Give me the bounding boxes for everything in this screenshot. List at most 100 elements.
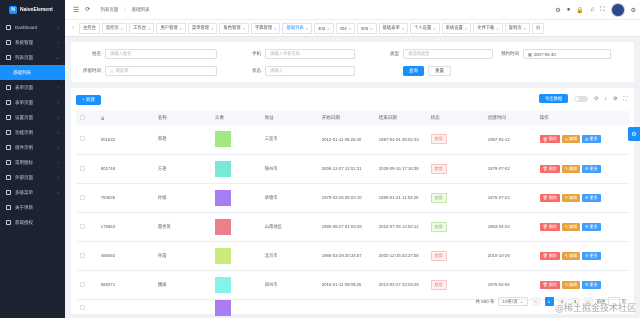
github-icon[interactable]: ●	[567, 7, 571, 13]
reset-button[interactable]: 重置	[428, 66, 451, 76]
more-button[interactable]: ⚙ 更多	[582, 164, 601, 173]
refresh-icon[interactable]: ⟳	[85, 6, 90, 13]
table-row[interactable]: 568271 魏娟 郑州市 2016-01-11 09:08:25 2013-03-27…	[76, 270, 629, 299]
tab[interactable]: 基础表单 ×	[378, 22, 409, 34]
more-button[interactable]: ⚙ 更多	[582, 251, 601, 260]
more-button[interactable]: ⚙ 更多	[582, 193, 601, 202]
tab[interactable]: 工作台 ×	[129, 22, 155, 34]
select-all-cell[interactable]	[76, 111, 97, 125]
avatar[interactable]	[610, 3, 625, 17]
delete-button[interactable]: 🗑 删除	[539, 135, 560, 144]
export-button[interactable]: 导出数据	[539, 94, 569, 103]
row-checkbox[interactable]	[80, 281, 85, 287]
select-all-checkbox[interactable]	[80, 115, 85, 120]
sidebar-item[interactable]: 系统管理 ›	[0, 35, 65, 50]
tab[interactable]: 系统设置 ×	[441, 22, 472, 34]
stay-time-input[interactable]: ◷ 请选择	[105, 66, 217, 76]
sidebar-item[interactable]: 多级菜单 ›	[0, 185, 65, 200]
table-row[interactable]: 175563 雷秀英 山南地区 1985-08-27 01:03:29 2016-07-…	[76, 212, 629, 241]
tab-close-icon[interactable]: ×	[148, 26, 150, 31]
tab[interactable]: 分	[531, 22, 545, 34]
tab[interactable]: 500 ×	[357, 22, 377, 34]
tab-close-icon[interactable]: ×	[465, 26, 467, 31]
delete-button[interactable]: 🗑 删除	[539, 164, 560, 173]
tab-close-icon[interactable]: ×	[433, 26, 435, 31]
status-input[interactable]: 请输入	[265, 66, 355, 76]
more-settings-icon[interactable]: ⚙	[631, 7, 636, 14]
tab[interactable]: 文件下载 ×	[473, 22, 503, 34]
more-button[interactable]: ⚙ 更多	[582, 135, 601, 144]
delete-button[interactable]: 🗑 删除	[539, 193, 560, 202]
tab[interactable]: 菜单管理 ×	[187, 22, 218, 34]
tab-close-icon[interactable]: ×	[524, 26, 526, 31]
sidebar-item[interactable]: 表单页面 ›	[0, 95, 65, 110]
tab[interactable]: 主控台	[79, 22, 100, 34]
sidebar-item[interactable]: 常用图标 ›	[0, 155, 65, 170]
column-settings-icon[interactable]: ⚙	[613, 96, 617, 102]
type-select[interactable]: 请选择类型	[403, 49, 493, 59]
row-checkbox[interactable]	[80, 304, 85, 310]
table-row[interactable]: 784635 孙娟 承德市 1979-02-25 06:03:10 1989-01-21…	[76, 183, 629, 212]
breadcrumb-item[interactable]: 列表页面	[100, 7, 118, 13]
row-checkbox[interactable]	[80, 252, 85, 258]
phone-input[interactable]: 请输入手机号码	[265, 49, 355, 59]
tab[interactable]: 用户管理 ×	[156, 22, 186, 34]
menu-toggle-icon[interactable]: ☰	[73, 6, 79, 14]
tab-close-icon[interactable]: ×	[274, 26, 276, 31]
tab-close-icon[interactable]: ×	[121, 26, 123, 31]
fullscreen-icon[interactable]: ⛶	[600, 7, 604, 14]
sidebar-item[interactable]: Dashboard ›	[0, 20, 65, 35]
row-checkbox[interactable]	[80, 165, 85, 171]
sidebar-item[interactable]: 表单页面 ›	[0, 80, 65, 95]
tab[interactable]: 角色管理 ×	[219, 22, 249, 34]
more-button[interactable]: ⚙ 更多	[582, 280, 601, 289]
row-checkbox[interactable]	[80, 223, 85, 229]
tab-close-icon[interactable]: ×	[180, 26, 182, 31]
sidebar-item[interactable]: 关于项目	[0, 200, 65, 215]
fullscreen-table-icon[interactable]: ⛶	[623, 96, 627, 102]
tab[interactable]: 监控页 ×	[101, 22, 128, 34]
tab[interactable]: 404 ×	[335, 22, 356, 34]
tab-close-icon[interactable]: ×	[327, 26, 329, 31]
sidebar-item[interactable]: 列表页面 ⌄	[0, 50, 65, 65]
row-checkbox[interactable]	[80, 194, 85, 200]
table-row[interactable]: 465692 孙霞 北京市 1986-03-29 20:34:57 2002-12-25…	[76, 241, 629, 270]
tab[interactable]: 个人设置 ×	[410, 22, 440, 34]
edit-button[interactable]: ✎ 编辑	[561, 222, 581, 231]
reload-icon[interactable]: ⟳	[594, 96, 598, 102]
settings-drawer-icon[interactable]: ⚙	[628, 127, 640, 141]
table-row[interactable]: 001532 郭艳 三亚市 2012-01-11 06:26:40 1997-04-01…	[76, 125, 629, 154]
row-checkbox[interactable]	[80, 136, 85, 142]
density-icon[interactable]: ↕	[605, 96, 608, 102]
tab-close-icon[interactable]: ×	[402, 26, 404, 31]
tabs-prev-icon[interactable]: ‹	[69, 25, 77, 31]
more-button[interactable]: ⚙ 更多	[582, 222, 601, 231]
lock-icon[interactable]: 🔒	[576, 7, 583, 14]
add-button[interactable]: + 新建	[76, 95, 101, 105]
date-input[interactable]: ▦ 2007-06-30	[523, 49, 611, 59]
sidebar-item[interactable]: 功能示例 ›	[0, 125, 65, 140]
tab-close-icon[interactable]: ×	[211, 26, 213, 31]
striped-toggle[interactable]	[574, 95, 589, 102]
sidebar-item[interactable]: 外部页面 ›	[0, 170, 65, 185]
delete-button[interactable]: 🗑 删除	[539, 222, 560, 231]
sidebar-item[interactable]: 基础列表	[0, 65, 65, 80]
tab[interactable]: 字典管理 ×	[250, 22, 281, 34]
page-button[interactable]: 1	[544, 297, 554, 306]
bell-icon[interactable]: ♫	[590, 7, 595, 13]
sidebar-item[interactable]: 设置页面 ›	[0, 110, 65, 125]
prev-page-button[interactable]: ‹	[531, 297, 541, 306]
tab[interactable]: 复制页 ×	[504, 22, 530, 34]
edit-button[interactable]: ✎ 编辑	[561, 193, 581, 202]
tab-close-icon[interactable]: ×	[496, 26, 498, 31]
tab-close-icon[interactable]: ×	[306, 26, 308, 31]
edit-button[interactable]: ✎ 编辑	[561, 164, 581, 173]
delete-button[interactable]: 🗑 删除	[539, 280, 560, 289]
brand[interactable]: N NaiveElement	[0, 0, 65, 20]
settings-icon[interactable]: ⚙	[555, 7, 560, 14]
edit-button[interactable]: ✎ 编辑	[561, 135, 581, 144]
query-button[interactable]: 查询	[403, 66, 424, 76]
name-input[interactable]: 请输入姓名	[105, 49, 217, 59]
page-size-select[interactable]: 10条/页 ⌄	[498, 297, 528, 306]
sidebar-item[interactable]: 组件示例 ›	[0, 140, 65, 155]
